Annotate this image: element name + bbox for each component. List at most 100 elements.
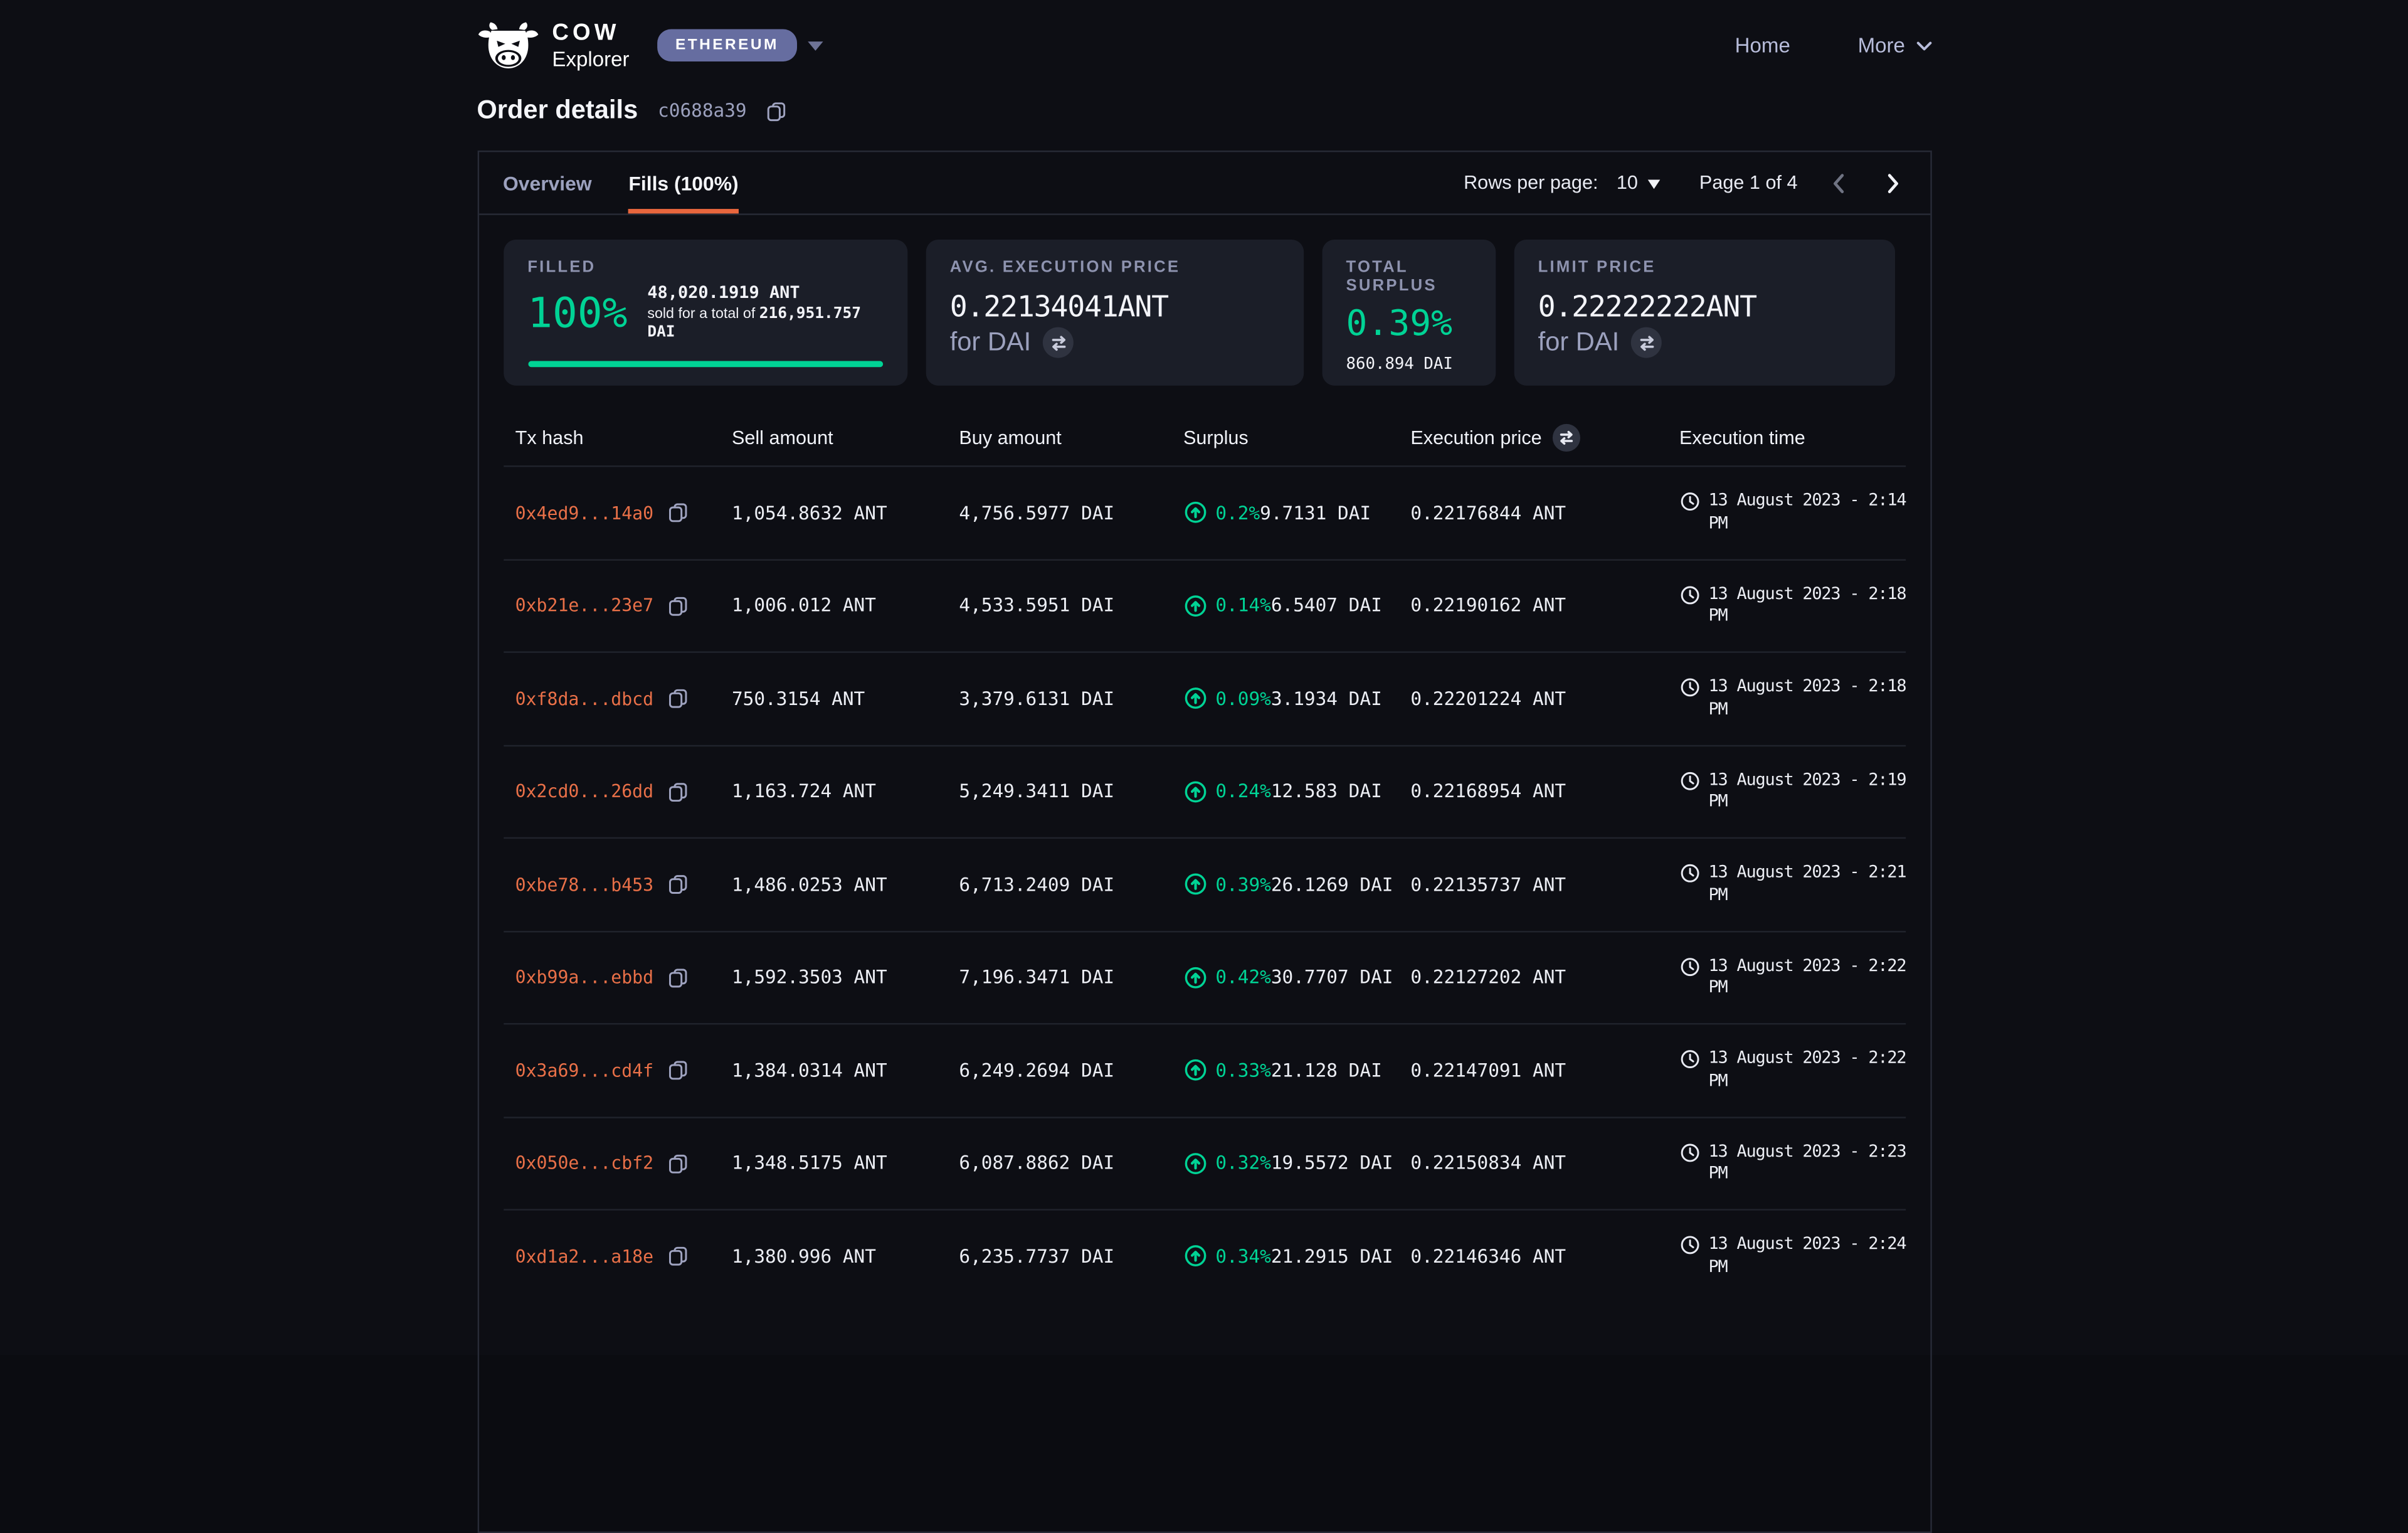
- logo-text: COW Explorer: [552, 20, 629, 71]
- surplus-percent: 0.34%: [1215, 1246, 1270, 1267]
- sell-amount: 1,348.5175 ANT: [719, 1152, 946, 1174]
- nav-more[interactable]: More: [1858, 34, 1931, 57]
- clock-icon: [1679, 864, 1699, 884]
- cow-explorer-logo[interactable]: COW Explorer: [477, 20, 629, 71]
- table-row: 0xb99a...ebbd 1,592.3503 ANT 7,196.3471 …: [503, 930, 1905, 1023]
- execution-price: 0.22127202 ANT: [1398, 967, 1667, 988]
- surplus-up-icon: [1183, 873, 1207, 896]
- sell-amount: 1,384.0314 ANT: [719, 1059, 946, 1081]
- table-header: Tx hash Sell amount Buy amount Surplus E…: [503, 410, 1905, 465]
- execution-time-cell: 13 August 2023 - 2:21 PM: [1667, 862, 1908, 906]
- execution-price: 0.22190162 ANT: [1398, 595, 1667, 616]
- surplus-amount: 26.1269 DAI: [1271, 874, 1393, 895]
- tx-hash-link[interactable]: 0x050e...cbf2: [515, 1152, 653, 1174]
- sell-amount: 1,592.3503 ANT: [719, 967, 946, 988]
- tx-hash-link[interactable]: 0x3a69...cd4f: [515, 1059, 653, 1081]
- tab-fills[interactable]: Fills (100%): [628, 152, 738, 213]
- table-row: 0xf8da...dbcd 750.3154 ANT 3,379.6131 DA…: [503, 651, 1905, 744]
- copy-icon[interactable]: [667, 502, 687, 522]
- surplus-amount: 9.7131 DAI: [1260, 502, 1371, 523]
- sell-amount: 1,486.0253 ANT: [719, 874, 946, 895]
- total-surplus-amount: 860.894 DAI: [1346, 355, 1471, 373]
- avg-price-unit: for DAI: [950, 326, 1032, 359]
- surplus-amount: 12.583 DAI: [1271, 781, 1382, 802]
- tx-hash-link[interactable]: 0xb99a...ebbd: [515, 967, 653, 988]
- clock-icon: [1679, 1236, 1699, 1256]
- fill-progress-bar: [527, 361, 882, 368]
- copy-icon[interactable]: [667, 1060, 687, 1080]
- limit-price-label: LIMIT PRICE: [1538, 258, 1870, 276]
- surplus-cell: 0.39%26.1269 DAI: [1171, 873, 1398, 896]
- surplus-percent: 0.14%: [1215, 595, 1270, 616]
- rows-per-page-label: Rows per page:: [1464, 172, 1598, 193]
- clock-icon: [1679, 585, 1699, 605]
- copy-icon[interactable]: [667, 1154, 687, 1174]
- brand-name: COW: [552, 20, 629, 46]
- execution-time: 13 August 2023 - 2:19 PM: [1708, 769, 1908, 814]
- copy-icon[interactable]: [667, 689, 687, 709]
- top-header: COW Explorer ETHEREUM Home More: [0, 0, 2408, 71]
- copy-icon[interactable]: [667, 596, 687, 616]
- limit-price-card: LIMIT PRICE 0.22222222ANT for DAI: [1513, 240, 1894, 386]
- limit-price-value: 0.22222222ANT: [1538, 290, 1870, 326]
- cow-head-icon: [477, 21, 538, 69]
- col-execution-price-label: Execution price: [1410, 427, 1541, 448]
- tx-hash-link[interactable]: 0xd1a2...a18e: [515, 1246, 653, 1267]
- copy-icon[interactable]: [667, 782, 687, 802]
- execution-time: 13 August 2023 - 2:24 PM: [1708, 1234, 1908, 1278]
- table-body: 0x4ed9...14a0 1,054.8632 ANT 4,756.5977 …: [503, 465, 1905, 1302]
- order-panel: Overview Fills (100%) Rows per page: 10 …: [477, 151, 1931, 1533]
- tx-hash-link[interactable]: 0x2cd0...26dd: [515, 781, 653, 802]
- tab-overview[interactable]: Overview: [503, 152, 592, 213]
- nav-more-label: More: [1858, 34, 1905, 57]
- copy-icon[interactable]: [667, 874, 687, 894]
- buy-amount: 6,713.2409 DAI: [947, 874, 1171, 895]
- tx-hash-link[interactable]: 0xbe78...b453: [515, 874, 653, 895]
- invert-price-icon[interactable]: [1632, 327, 1662, 358]
- surplus-amount: 21.2915 DAI: [1271, 1246, 1393, 1267]
- surplus-up-icon: [1183, 1152, 1207, 1175]
- next-page-button[interactable]: [1879, 170, 1905, 196]
- tx-hash-link[interactable]: 0x4ed9...14a0: [515, 502, 653, 523]
- table-row: 0x3a69...cd4f 1,384.0314 ANT 6,249.2694 …: [503, 1023, 1905, 1116]
- invert-price-icon[interactable]: [1553, 424, 1580, 452]
- buy-amount: 6,087.8862 DAI: [947, 1152, 1171, 1174]
- network-selector[interactable]: ETHEREUM: [657, 29, 823, 61]
- surplus-up-icon: [1183, 501, 1207, 524]
- clock-icon: [1679, 1049, 1699, 1069]
- sell-amount: 1,163.724 ANT: [719, 781, 946, 802]
- execution-time: 13 August 2023 - 2:18 PM: [1708, 583, 1908, 628]
- copy-icon[interactable]: [766, 100, 786, 120]
- tx-hash-link[interactable]: 0xb21e...23e7: [515, 595, 653, 616]
- page: COW Explorer ETHEREUM Home More: [0, 0, 2408, 1355]
- surplus-up-icon: [1183, 1244, 1207, 1268]
- surplus-cell: 0.32%19.5572 DAI: [1171, 1152, 1398, 1175]
- surplus-cell: 0.2%9.7131 DAI: [1171, 501, 1398, 524]
- execution-time: 13 August 2023 - 2:22 PM: [1708, 1048, 1908, 1093]
- rows-per-page-select[interactable]: 10: [1617, 171, 1659, 194]
- table-row: 0x4ed9...14a0 1,054.8632 ANT 4,756.5977 …: [503, 465, 1905, 558]
- sell-amount: 1,054.8632 ANT: [719, 502, 946, 523]
- tx-hash-link[interactable]: 0xf8da...dbcd: [515, 688, 653, 709]
- nav-home[interactable]: Home: [1735, 34, 1790, 57]
- table-row: 0x050e...cbf2 1,348.5175 ANT 6,087.8862 …: [503, 1116, 1905, 1209]
- invert-price-icon[interactable]: [1043, 327, 1074, 358]
- table-row: 0xd1a2...a18e 1,380.996 ANT 6,235.7737 D…: [503, 1209, 1905, 1302]
- copy-icon[interactable]: [667, 967, 687, 987]
- execution-time: 13 August 2023 - 2:18 PM: [1708, 676, 1908, 721]
- execution-time-cell: 13 August 2023 - 2:19 PM: [1667, 769, 1908, 814]
- surplus-cell: 0.42%30.7707 DAI: [1171, 966, 1398, 989]
- filled-details: 48,020.1919 ANT sold for a total of 216,…: [647, 284, 870, 343]
- sell-amount: 1,006.012 ANT: [719, 595, 946, 616]
- execution-price: 0.22147091 ANT: [1398, 1059, 1667, 1081]
- main-nav: Home More: [1735, 34, 1931, 57]
- previous-page-button[interactable]: [1825, 170, 1852, 196]
- copy-icon[interactable]: [667, 1246, 687, 1266]
- col-sell-amount: Sell amount: [719, 427, 946, 448]
- surplus-up-icon: [1183, 594, 1207, 617]
- surplus-up-icon: [1183, 966, 1207, 989]
- buy-amount: 4,533.5951 DAI: [947, 595, 1171, 616]
- surplus-cell: 0.14%6.5407 DAI: [1171, 594, 1398, 617]
- execution-price: 0.22201224 ANT: [1398, 688, 1667, 709]
- execution-time: 13 August 2023 - 2:14 PM: [1708, 491, 1908, 535]
